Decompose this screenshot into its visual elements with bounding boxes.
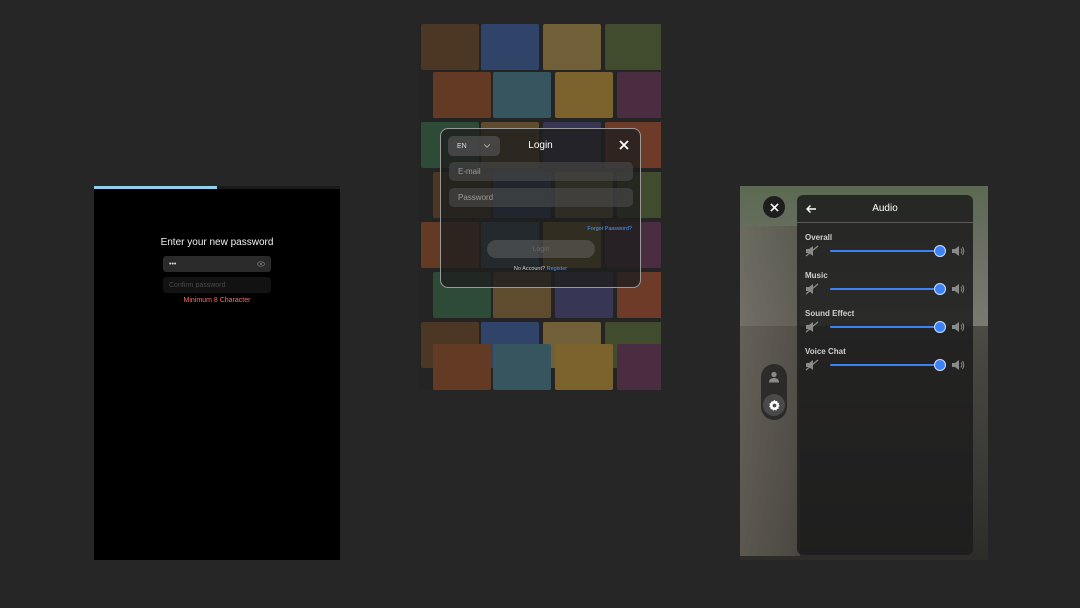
register-link[interactable]: Register: [547, 266, 567, 272]
volume-slider-fill: [830, 326, 940, 328]
volume-row: Music: [797, 271, 973, 307]
volume-row: Sound Effect: [797, 309, 973, 345]
confirm-password-field[interactable]: Confirm password: [163, 277, 271, 293]
close-icon: [769, 202, 779, 212]
page-title: Enter your new password: [160, 237, 274, 248]
volume-label: Music: [805, 271, 828, 280]
audio-header: Audio: [797, 195, 973, 223]
speaker-icon[interactable]: [951, 321, 965, 333]
volume-slider[interactable]: [830, 288, 940, 290]
gear-icon: [768, 399, 780, 411]
email-field[interactable]: E-mail: [449, 162, 633, 181]
speaker-icon[interactable]: [951, 359, 965, 371]
login-modal: EN Login E-mail Password Forgot Password…: [440, 128, 641, 288]
validation-error: Minimum 8 Character: [183, 297, 251, 304]
volume-slider-thumb[interactable]: [934, 321, 946, 333]
speaker-icon[interactable]: [951, 245, 965, 257]
volume-label: Overall: [805, 233, 833, 242]
new-password-field[interactable]: •••: [163, 256, 271, 272]
settings-tab[interactable]: [763, 394, 785, 416]
volume-slider[interactable]: [830, 250, 940, 252]
confirm-password-placeholder: Confirm password: [169, 281, 226, 289]
user-icon[interactable]: [767, 370, 781, 384]
mute-icon[interactable]: [805, 245, 819, 257]
audio-title: Audio: [872, 203, 898, 214]
progress-bar: [94, 186, 340, 189]
email-placeholder: E-mail: [458, 167, 481, 176]
login-screen: EN Login E-mail Password Forgot Password…: [419, 24, 661, 390]
mute-icon[interactable]: [805, 359, 819, 371]
volume-slider-thumb[interactable]: [934, 245, 946, 257]
progress-fill: [94, 186, 217, 189]
password-value: •••: [169, 260, 177, 268]
login-button[interactable]: Login: [487, 240, 595, 258]
volume-slider-thumb[interactable]: [934, 283, 946, 295]
mute-icon[interactable]: [805, 283, 819, 295]
side-nav: [761, 364, 787, 420]
volume-slider[interactable]: [830, 364, 940, 366]
volume-label: Sound Effect: [805, 309, 855, 318]
volume-slider-fill: [830, 364, 940, 366]
modal-title: Login: [528, 140, 553, 151]
password-placeholder: Password: [458, 193, 494, 202]
no-account-text: No Account?: [513, 266, 546, 272]
mute-icon[interactable]: [805, 321, 819, 333]
volume-row: Overall: [797, 233, 973, 269]
volume-label: Voice Chat: [805, 347, 846, 356]
password-field[interactable]: Password: [449, 188, 633, 207]
eye-icon[interactable]: [257, 260, 265, 268]
speaker-icon[interactable]: [951, 283, 965, 295]
reset-password-screen: Enter your new password ••• Confirm pass…: [94, 186, 340, 560]
volume-slider-fill: [830, 288, 940, 290]
forgot-password-link[interactable]: Forgot Password?: [587, 226, 632, 232]
close-icon[interactable]: [619, 140, 629, 150]
audio-settings-screen: Audio Overall Music Sound Effect Voice Chat: [740, 186, 988, 560]
close-button[interactable]: [763, 196, 785, 218]
volume-slider-thumb[interactable]: [934, 359, 946, 371]
volume-slider-fill: [830, 250, 940, 252]
volume-row: Voice Chat: [797, 347, 973, 383]
register-row: No Account? Register: [441, 266, 640, 272]
volume-slider[interactable]: [830, 326, 940, 328]
audio-settings-card: Audio Overall Music Sound Effect Voice Chat: [797, 195, 973, 555]
